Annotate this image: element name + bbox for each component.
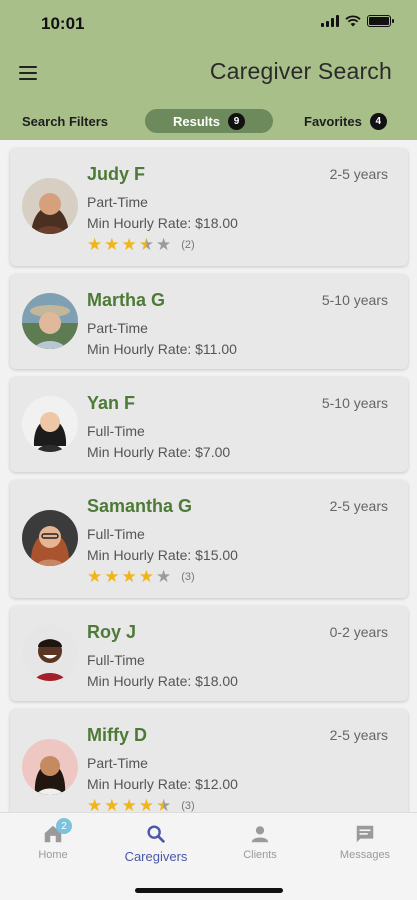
- star-half-icon: ★: [156, 796, 172, 812]
- status-time: 10:01: [41, 14, 85, 33]
- status-bar: 10:01: [0, 0, 417, 46]
- search-icon: [147, 825, 165, 843]
- star-empty-icon: ★: [156, 567, 172, 586]
- caregiver-name: Miffy D: [87, 725, 147, 745]
- hourly-rate: Min Hourly Rate: $12.00: [87, 776, 238, 792]
- home-notification-badge: 2: [56, 818, 72, 834]
- experience-label: 0-2 years: [329, 624, 388, 640]
- avatar: [22, 510, 78, 566]
- star-icon: ★: [104, 796, 120, 812]
- star-icon: ★: [121, 796, 137, 812]
- tab-favorites[interactable]: Favorites 4: [304, 109, 387, 133]
- nav-messages[interactable]: Messages: [320, 823, 410, 861]
- home-indicator[interactable]: [135, 888, 283, 893]
- star-icon: ★: [87, 235, 103, 254]
- hourly-rate: Min Hourly Rate: $7.00: [87, 444, 231, 460]
- caregiver-card[interactable]: Samantha G 2-5 years Full-Time Min Hourl…: [10, 480, 408, 598]
- caregiver-card[interactable]: Yan F 5-10 years Full-Time Min Hourly Ra…: [10, 377, 408, 472]
- hourly-rate: Min Hourly Rate: $11.00: [87, 341, 237, 357]
- star-rating: ★ ★ ★ ★ ★ (2): [87, 236, 195, 253]
- nav-label: Home: [38, 849, 68, 861]
- tab-label: Results: [173, 113, 220, 129]
- tab-results[interactable]: Results 9: [145, 109, 273, 133]
- caregiver-card[interactable]: Miffy D 2-5 years Part-Time Min Hourly R…: [10, 709, 408, 812]
- review-count: (3): [181, 799, 195, 812]
- avatar: [22, 396, 78, 452]
- nav-label: Caregivers: [124, 849, 188, 864]
- tab-search-filters[interactable]: Search Filters: [22, 109, 108, 133]
- results-count-badge: 9: [227, 112, 245, 130]
- employment-type: Full-Time: [87, 526, 145, 542]
- star-icon: ★: [87, 796, 103, 812]
- tab-bar: Search Filters Results 9 Favorites 4: [0, 101, 417, 139]
- star-icon: ★: [138, 796, 154, 812]
- experience-label: 2-5 years: [329, 727, 388, 743]
- star-icon: ★: [87, 567, 103, 586]
- tab-label: Favorites: [304, 113, 362, 129]
- caregiver-name: Samantha G: [87, 496, 193, 516]
- review-count: (2): [181, 238, 195, 251]
- avatar: [22, 739, 78, 795]
- menu-button[interactable]: [19, 66, 37, 80]
- star-icon: ★: [121, 567, 137, 586]
- employment-type: Part-Time: [87, 194, 148, 210]
- battery-icon: [367, 15, 394, 27]
- star-icon: ★: [104, 567, 120, 586]
- caregiver-card[interactable]: Martha G 5-10 years Part-Time Min Hourly…: [10, 274, 408, 369]
- star-rating: ★ ★ ★ ★ ★ (3): [87, 797, 195, 812]
- experience-label: 5-10 years: [321, 292, 388, 308]
- caregiver-card[interactable]: Judy F 2-5 years Part-Time Min Hourly Ra…: [10, 148, 408, 266]
- tab-label: Search Filters: [22, 113, 108, 129]
- nav-home[interactable]: 2 Home: [8, 818, 98, 861]
- avatar: [22, 293, 78, 349]
- nav-clients[interactable]: Clients: [215, 823, 305, 861]
- review-count: (3): [181, 570, 195, 583]
- experience-label: 5-10 years: [321, 395, 388, 411]
- caregiver-name: Judy F: [87, 164, 146, 184]
- experience-label: 2-5 years: [329, 498, 388, 514]
- caregiver-name: Martha G: [87, 290, 166, 310]
- status-icons: [321, 15, 394, 27]
- star-rating: ★ ★ ★ ★ ★ (3): [87, 568, 195, 585]
- wifi-icon: [345, 15, 361, 27]
- employment-type: Part-Time: [87, 755, 148, 771]
- signal-icon: [321, 15, 339, 27]
- star-half-icon: ★: [138, 235, 154, 254]
- caregiver-card[interactable]: Roy J 0-2 years Full-Time Min Hourly Rat…: [10, 606, 408, 701]
- avatar: [22, 178, 78, 234]
- nav-label: Clients: [243, 849, 277, 861]
- employment-type: Part-Time: [87, 320, 148, 336]
- nav-label: Messages: [339, 849, 391, 861]
- experience-label: 2-5 years: [329, 166, 388, 182]
- star-icon: ★: [138, 567, 154, 586]
- hourly-rate: Min Hourly Rate: $15.00: [87, 547, 238, 563]
- nav-caregivers[interactable]: Caregivers: [111, 823, 201, 864]
- star-empty-icon: ★: [156, 235, 172, 254]
- message-icon: [356, 825, 374, 843]
- caregiver-name: Roy J: [87, 622, 137, 642]
- hourly-rate: Min Hourly Rate: $18.00: [87, 215, 238, 231]
- person-icon: [251, 826, 269, 843]
- star-icon: ★: [104, 235, 120, 254]
- app-header: 10:01 Caregiver Search Search Filters Re…: [0, 0, 417, 140]
- star-icon: ★: [121, 235, 137, 254]
- page-title: Caregiver Search: [209, 58, 392, 84]
- employment-type: Full-Time: [87, 423, 145, 439]
- employment-type: Full-Time: [87, 652, 145, 668]
- avatar: [22, 625, 78, 681]
- bottom-navigation: 2 Home Caregivers Clients Messages: [0, 812, 417, 900]
- favorites-count-badge: 4: [369, 112, 387, 130]
- caregiver-list[interactable]: Judy F 2-5 years Part-Time Min Hourly Ra…: [0, 140, 417, 812]
- caregiver-name: Yan F: [87, 393, 136, 413]
- hourly-rate: Min Hourly Rate: $18.00: [87, 673, 238, 689]
